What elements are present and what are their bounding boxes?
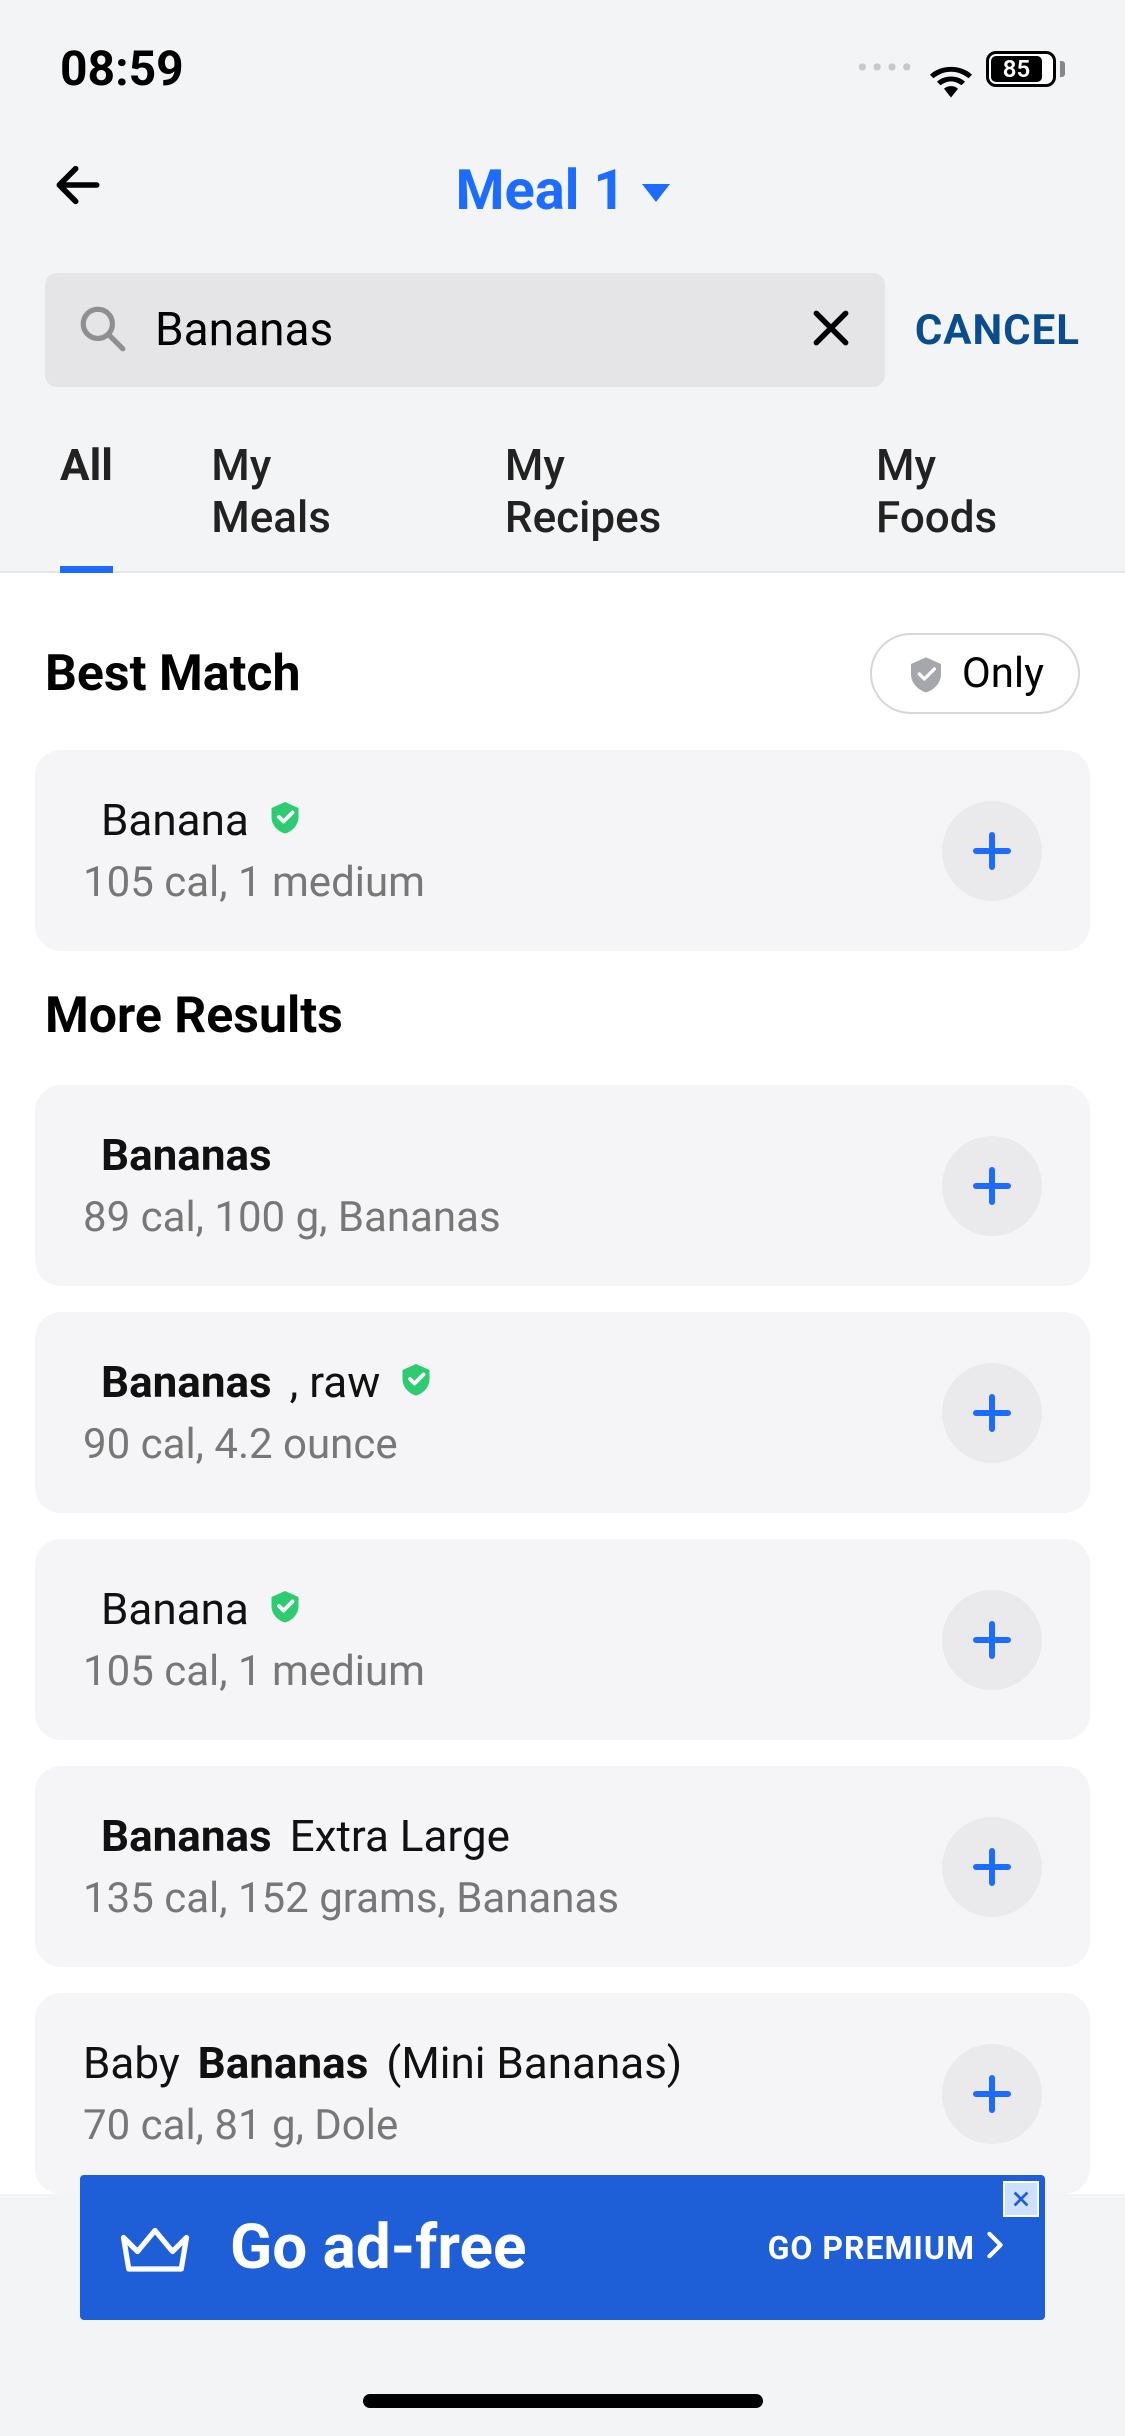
food-result-item[interactable]: Bananas, raw 90 cal, 4.2 ounce	[35, 1312, 1090, 1513]
battery-icon: 85	[986, 51, 1065, 87]
add-food-button[interactable]	[942, 1363, 1042, 1463]
search-box[interactable]: Bananas	[45, 273, 885, 387]
food-name: Bananas Extra Large	[83, 1810, 619, 1862]
category-tabs: All My Meals My Recipes My Foods	[0, 417, 1125, 573]
back-button[interactable]	[50, 157, 106, 217]
search-icon	[77, 303, 127, 357]
tab-my-foods[interactable]: My Foods	[876, 417, 1065, 571]
food-info: Bananas 89 cal, 100 g, Bananas	[83, 1129, 501, 1242]
food-name: Baby Bananas (Mini Bananas)	[83, 2037, 682, 2089]
status-right: •••• 85	[857, 51, 1065, 87]
premium-ad-banner[interactable]: Go ad-free GO PREMIUM	[80, 2175, 1045, 2320]
food-subtitle: 89 cal, 100 g, Bananas	[83, 1193, 501, 1242]
add-food-button[interactable]	[942, 1136, 1042, 1236]
tab-my-recipes[interactable]: My Recipes	[505, 417, 729, 571]
results-content: Best Match Only Banana105 cal, 1 medium …	[0, 573, 1125, 2194]
app-header: Meal 1	[0, 117, 1125, 273]
wifi-icon	[930, 53, 972, 85]
cell-signal-icon: ••••	[857, 51, 916, 86]
best-match-header: Best Match Only	[45, 633, 1080, 714]
food-name: Bananas, raw	[83, 1356, 434, 1408]
verified-icon	[398, 1356, 434, 1408]
food-subtitle: 135 cal, 152 grams, Bananas	[83, 1874, 619, 1923]
food-info: Banana 105 cal, 1 medium	[83, 794, 425, 907]
shield-icon	[906, 654, 946, 694]
food-result-item[interactable]: Banana 105 cal, 1 medium	[35, 750, 1090, 951]
food-subtitle: 90 cal, 4.2 ounce	[83, 1420, 434, 1469]
crown-icon	[120, 2223, 190, 2273]
food-info: Baby Bananas (Mini Bananas) 70 cal, 81 g,…	[83, 2037, 682, 2150]
food-result-item[interactable]: Baby Bananas (Mini Bananas) 70 cal, 81 g,…	[35, 1993, 1090, 2194]
tab-my-meals[interactable]: My Meals	[211, 417, 398, 571]
food-result-item[interactable]: Bananas Extra Large 135 cal, 152 grams, B…	[35, 1766, 1090, 1967]
search-row: Bananas CANCEL	[0, 273, 1125, 417]
chevron-down-icon	[642, 184, 670, 202]
add-food-button[interactable]	[942, 2044, 1042, 2144]
ad-cta[interactable]: GO PREMIUM	[768, 2229, 1005, 2267]
food-info: Banana 105 cal, 1 medium	[83, 1583, 425, 1696]
add-food-button[interactable]	[942, 1590, 1042, 1690]
food-name: Bananas	[83, 1129, 501, 1181]
food-subtitle: 105 cal, 1 medium	[83, 1647, 425, 1696]
meal-title-text: Meal 1	[455, 157, 625, 223]
best-match-title: Best Match	[45, 645, 300, 703]
food-subtitle: 105 cal, 1 medium	[83, 858, 425, 907]
cancel-button[interactable]: CANCEL	[915, 306, 1080, 355]
food-info: Bananas, raw 90 cal, 4.2 ounce	[83, 1356, 434, 1469]
ad-title: Go ad-free	[230, 2211, 728, 2284]
food-name: Banana	[83, 794, 425, 846]
food-info: Bananas Extra Large 135 cal, 152 grams, B…	[83, 1810, 619, 1923]
add-food-button[interactable]	[942, 801, 1042, 901]
verified-icon	[267, 1583, 303, 1635]
search-input[interactable]: Bananas	[155, 303, 781, 357]
status-time: 08:59	[60, 40, 184, 97]
chevron-right-icon	[985, 2229, 1005, 2267]
verified-only-toggle[interactable]: Only	[870, 633, 1080, 714]
food-subtitle: 70 cal, 81 g, Dole	[83, 2101, 682, 2150]
only-label: Only	[962, 649, 1044, 698]
food-result-item[interactable]: Bananas 89 cal, 100 g, Bananas	[35, 1085, 1090, 1286]
tab-all[interactable]: All	[60, 417, 113, 571]
clear-search-button[interactable]	[809, 306, 853, 354]
status-bar: 08:59 •••• 85	[0, 0, 1125, 117]
add-food-button[interactable]	[942, 1817, 1042, 1917]
ad-close-button[interactable]	[1003, 2181, 1039, 2217]
food-name: Banana	[83, 1583, 425, 1635]
home-indicator[interactable]	[363, 2394, 763, 2408]
verified-icon	[267, 794, 303, 846]
more-results-title: More Results	[45, 987, 1080, 1045]
food-result-item[interactable]: Banana 105 cal, 1 medium	[35, 1539, 1090, 1740]
meal-selector[interactable]: Meal 1	[455, 157, 669, 223]
